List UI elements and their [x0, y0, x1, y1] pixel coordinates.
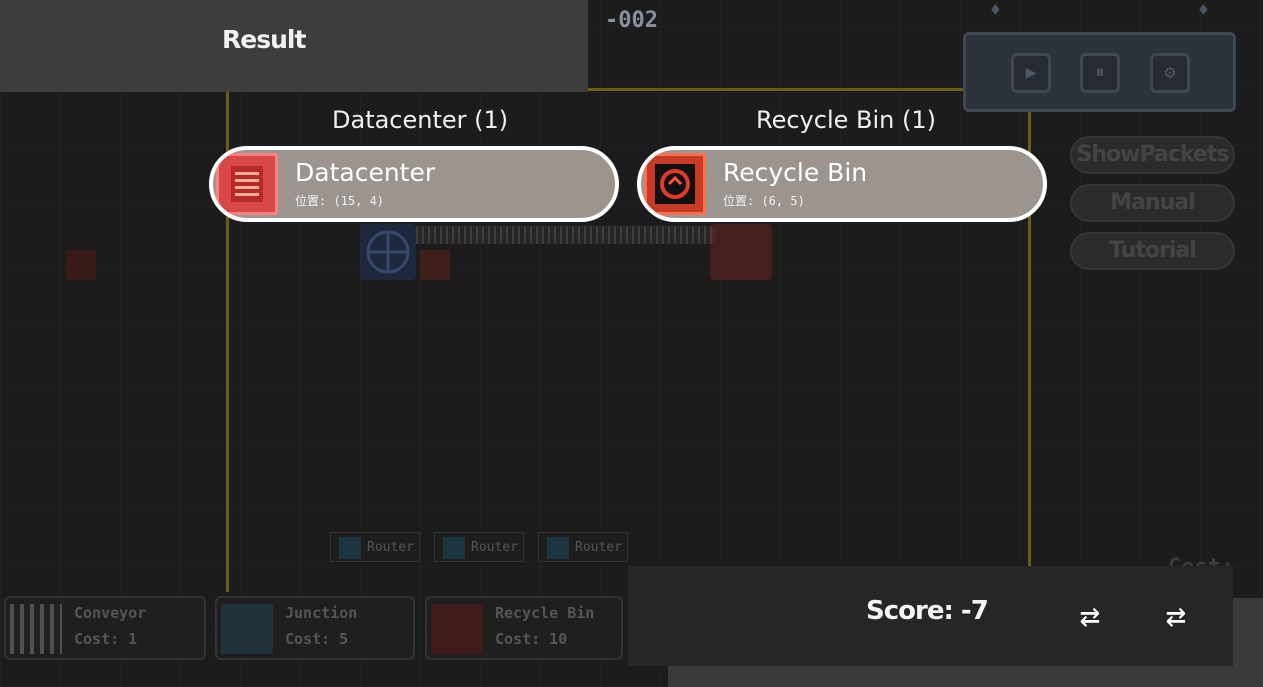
recycle-bin-tile [66, 250, 96, 280]
settings-button[interactable]: ⚙ [1150, 53, 1190, 93]
play-button[interactable]: ▶ [1011, 53, 1051, 93]
tool-name: Recycle Bin [495, 604, 595, 622]
tool-cost: Cost: 5 [285, 630, 349, 648]
turn-counter: -002 [605, 8, 658, 33]
router-chip: Router [330, 532, 420, 562]
recycle-bin-icon [644, 153, 706, 215]
pause-button[interactable]: ⏸ [1080, 53, 1120, 93]
recycle-bin-tile [420, 250, 450, 280]
toolbar-item-conveyor[interactable]: Conveyor Cost: 1 [4, 596, 206, 660]
datacenter-section-title: Datacenter (1) [332, 106, 509, 134]
datacenter-icon [216, 153, 278, 215]
recycle-bin-section-title: Recycle Bin (1) [756, 106, 936, 134]
router-tile [360, 224, 416, 280]
gear-icon: ⚙ [1164, 62, 1176, 83]
card-name: Recycle Bin [723, 158, 868, 187]
manual-button[interactable]: Manual [1070, 184, 1235, 222]
play-icon: ▶ [1025, 62, 1037, 83]
router-chip: Router [434, 532, 524, 562]
repeat-icon: ⇄ [1079, 596, 1101, 636]
toolbar-item-junction[interactable]: Junction Cost: 5 [215, 596, 415, 660]
router-chip: Router [538, 532, 628, 562]
datacenter-tile [710, 224, 772, 280]
score-panel: Score: -7 ⇄ ⇄ [628, 566, 1233, 666]
card-name: Datacenter [295, 158, 436, 187]
globe-icon [366, 230, 410, 274]
pause-icon: ⏸ [1095, 62, 1105, 83]
toolbar-item-recycle-bin[interactable]: Recycle Bin Cost: 10 [425, 596, 623, 660]
card-position: 位置: (15, 4) [295, 194, 385, 208]
pin-icon-left: ♦ [990, 0, 1001, 21]
repeat-button[interactable]: ⇄ [1070, 596, 1110, 636]
conveyor-tile [416, 226, 716, 244]
result-title: Result [222, 25, 306, 54]
result-header: Result [0, 0, 588, 92]
tool-name: Junction [285, 604, 358, 622]
repeat-icon: ⇄ [1165, 596, 1187, 636]
conveyor-icon [10, 604, 62, 654]
score-text: Score: -7 [866, 596, 989, 626]
tutorial-button[interactable]: Tutorial [1070, 232, 1235, 270]
recycle-bin-card[interactable]: Recycle Bin 位置: (6, 5) [637, 146, 1047, 222]
tool-cost: Cost: 1 [74, 630, 138, 648]
datacenter-card[interactable]: Datacenter 位置: (15, 4) [209, 146, 619, 222]
recycle-bin-icon [431, 604, 483, 654]
repeat-button[interactable]: ⇄ [1156, 596, 1196, 636]
card-position: 位置: (6, 5) [723, 194, 805, 208]
tool-cost: Cost: 10 [495, 630, 568, 648]
junction-icon [221, 604, 273, 654]
tool-name: Conveyor [74, 604, 147, 622]
show-packets-button[interactable]: ShowPackets [1070, 136, 1235, 174]
pin-icon-right: ♦ [1198, 0, 1209, 21]
playback-control-panel: ▶ ⏸ ⚙ [963, 32, 1236, 112]
